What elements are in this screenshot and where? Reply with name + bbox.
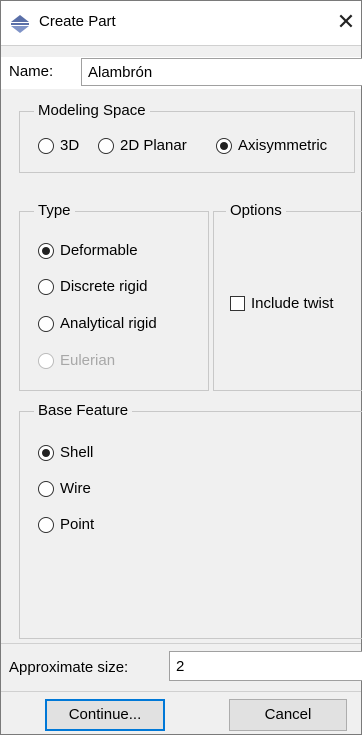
button-separator [1,691,361,692]
radio-indicator [38,516,54,533]
name-row: Name: [1,57,362,89]
radio-indicator-selected [38,444,54,461]
dialog-title: Create Part [39,13,116,30]
radio-indicator-selected [38,242,54,259]
cancel-button[interactable]: Cancel [229,699,347,731]
radio-axisymmetric[interactable]: Axisymmetric [216,137,327,154]
radio-analytical-rigid[interactable]: Analytical rigid [38,315,157,332]
radio-indicator [38,352,54,369]
type-group: Type Deformable Discrete rigid Analytica… [19,202,209,391]
checkbox-box [230,296,245,311]
radio-point[interactable]: Point [38,516,94,533]
radio-wire[interactable]: Wire [38,480,91,497]
base-feature-legend: Base Feature [34,402,133,419]
close-icon[interactable]: ✕ [331,7,361,37]
approximate-size-label: Approximate size: [9,659,129,676]
radio-indicator [38,480,54,497]
radio-deformable[interactable]: Deformable [38,242,138,259]
radio-2d-planar[interactable]: 2D Planar [98,137,187,154]
base-feature-group: Base Feature Shell Wire Point [19,402,362,639]
options-group: Options Include twist [213,202,362,391]
title-bar: Create Part ✕ [1,1,361,45]
radio-indicator [38,315,54,332]
name-field[interactable] [81,58,362,86]
include-twist-checkbox[interactable]: Include twist [230,295,334,312]
radio-indicator-selected [216,137,232,154]
create-part-dialog: Create Part ✕ Name: Modeling Space 3D 2D… [0,0,362,735]
radio-discrete-rigid[interactable]: Discrete rigid [38,278,148,295]
modeling-space-group: Modeling Space 3D 2D Planar Axisymmetric [19,102,355,173]
abaqus-part-icon [11,15,29,33]
title-separator [1,45,361,46]
type-legend: Type [34,202,75,219]
radio-shell[interactable]: Shell [38,444,93,461]
options-legend: Options [226,202,286,219]
modeling-space-legend: Modeling Space [34,102,150,119]
approximate-size-field[interactable] [169,651,362,681]
radio-3d[interactable]: 3D [38,137,79,154]
radio-indicator [38,278,54,295]
approximate-size-row: Approximate size: [1,649,362,683]
continue-button[interactable]: Continue... [45,699,165,731]
radio-indicator [38,137,54,154]
size-separator [1,643,361,644]
radio-indicator [98,137,114,154]
name-label: Name: [9,63,54,80]
radio-eulerian: Eulerian [38,352,115,369]
